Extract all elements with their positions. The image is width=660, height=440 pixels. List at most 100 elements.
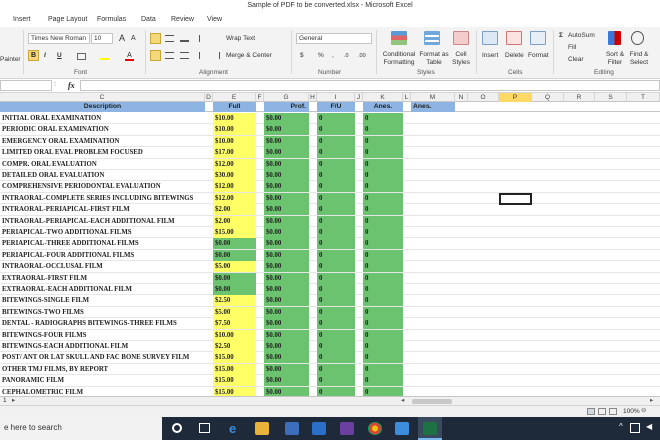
worksheet-grid[interactable]: Description Full Prof. F/U Anes. Anes. I… — [0, 102, 660, 396]
column-header-p[interactable]: P — [499, 93, 532, 102]
prof-cell[interactable]: $0.00 — [264, 375, 309, 387]
description-cell[interactable]: COMPREHENSIVE PERIODONTAL EVALUATION — [0, 181, 205, 192]
prof-cell[interactable]: $0.00 — [264, 306, 309, 318]
full-cell[interactable]: $5.00 — [213, 306, 256, 318]
increase-decimal-button[interactable]: .0 — [344, 52, 349, 60]
volume-icon[interactable]: ◀ — [646, 423, 652, 431]
fu-cell[interactable]: 0 — [317, 135, 355, 147]
column-header-l[interactable]: L — [403, 93, 411, 102]
fill-button[interactable]: Fill — [568, 44, 576, 52]
fu-cell[interactable]: 0 — [317, 158, 355, 170]
edge-icon[interactable]: e — [229, 422, 243, 435]
description-cell[interactable]: EXTRAORAL-EACH ADDITIONAL FILM — [0, 284, 205, 295]
prof-cell[interactable]: $0.00 — [264, 261, 309, 273]
cancel-icon[interactable]: ⁝ — [54, 81, 56, 89]
app-icon-2[interactable] — [395, 422, 409, 435]
anes-cell[interactable]: 0 — [363, 306, 403, 318]
full-cell[interactable]: $15.00 — [213, 227, 256, 238]
anes-cell[interactable]: 0 — [363, 363, 403, 375]
align-top-icon[interactable] — [150, 33, 161, 44]
fu-cell[interactable]: 0 — [317, 352, 355, 364]
description-cell[interactable]: BITEWINGS-EACH ADDITIONAL FILM — [0, 341, 205, 352]
selected-cell[interactable] — [499, 193, 532, 205]
page-layout-view-icon[interactable] — [598, 408, 606, 415]
prof-cell[interactable]: $0.00 — [264, 124, 309, 136]
sheet-tab-number[interactable]: 1 — [3, 397, 7, 405]
column-header-q[interactable]: Q — [532, 93, 564, 102]
prof-cell[interactable]: $0.00 — [264, 238, 309, 250]
description-cell[interactable]: PERIODIC ORAL EXAMINATION — [0, 124, 205, 135]
full-cell[interactable]: $10.00 — [213, 329, 256, 341]
sort-filter-button[interactable]: Sort & Filter — [603, 51, 627, 66]
description-cell[interactable]: INTRAORAL-OCCLUSAL FILM — [0, 261, 205, 272]
tab-data[interactable]: Data — [141, 16, 156, 23]
prof-cell[interactable]: $0.00 — [264, 215, 309, 227]
anes-cell[interactable]: 0 — [363, 375, 403, 387]
prof-cell[interactable]: $0.00 — [264, 158, 309, 170]
prof-cell[interactable]: $0.00 — [264, 341, 309, 352]
fu-cell[interactable]: 0 — [317, 238, 355, 250]
prof-cell[interactable]: $0.00 — [264, 113, 309, 124]
column-header-d[interactable]: D — [205, 93, 213, 102]
fu-cell[interactable]: 0 — [317, 192, 355, 204]
description-cell[interactable]: PERIAPICAL-TWO ADDITIONAL FILMS — [0, 227, 205, 238]
scroll-left-arrow-icon[interactable]: ▸ — [12, 397, 15, 405]
fill-color-icon[interactable] — [100, 53, 109, 60]
format-as-table-button[interactable]: Format as Table — [419, 51, 449, 66]
normal-view-icon[interactable] — [587, 408, 595, 415]
network-icon[interactable] — [630, 423, 640, 433]
column-header-r[interactable]: R — [564, 93, 595, 102]
insert-button[interactable]: Insert — [482, 52, 498, 60]
column-header-e[interactable]: E — [213, 93, 256, 102]
description-cell[interactable]: PERIAPICAL-FOUR ADDITIONAL FILMS — [0, 250, 205, 261]
full-cell[interactable]: $15.00 — [213, 386, 256, 396]
anes-cell[interactable]: 0 — [363, 329, 403, 341]
comma-button[interactable]: , — [332, 52, 334, 60]
tab-review[interactable]: Review — [171, 16, 194, 23]
prof-cell[interactable]: $0.00 — [264, 295, 309, 307]
font-name-select[interactable]: Times New Roman — [28, 33, 90, 44]
find-select-button[interactable]: Find & Select — [627, 51, 651, 66]
align-left-icon[interactable] — [150, 50, 161, 61]
merge-center-button[interactable]: Merge & Center — [226, 52, 272, 60]
fu-cell[interactable]: 0 — [317, 147, 355, 159]
fu-cell[interactable]: 0 — [317, 124, 355, 136]
fu-cell[interactable]: 0 — [317, 306, 355, 318]
description-cell[interactable]: DETAILED ORAL EVALUATION — [0, 170, 205, 181]
description-cell[interactable]: EMERGENCY ORAL EXAMINATION — [0, 136, 205, 147]
anes-cell[interactable]: 0 — [363, 227, 403, 238]
horizontal-scrollbar-thumb[interactable] — [412, 399, 452, 404]
description-cell[interactable]: INTRAORAL-PERIAPICAL-FIRST FILM — [0, 204, 205, 215]
anes-cell[interactable]: 0 — [363, 261, 403, 273]
anes-cell[interactable]: 0 — [363, 170, 403, 181]
description-cell[interactable]: BITEWINGS-TWO FILMS — [0, 307, 205, 318]
description-cell[interactable]: EXTRAORAL-FIRST FILM — [0, 273, 205, 284]
fu-cell[interactable]: 0 — [317, 204, 355, 216]
anes-cell[interactable]: 0 — [363, 352, 403, 364]
anes-cell[interactable]: 0 — [363, 181, 403, 193]
name-box[interactable] — [0, 80, 52, 91]
anes-cell[interactable]: 0 — [363, 192, 403, 204]
full-cell[interactable]: $0.00 — [213, 238, 256, 250]
column-header-i[interactable]: I — [317, 93, 355, 102]
column-header-m[interactable]: M — [411, 93, 455, 102]
anes-cell[interactable]: 0 — [363, 215, 403, 227]
task-view-icon[interactable] — [199, 423, 210, 433]
column-header-k[interactable]: K — [363, 93, 403, 102]
full-cell[interactable]: $2.00 — [213, 215, 256, 227]
description-cell[interactable]: COMPR. ORAL EVALUATION — [0, 159, 205, 170]
full-cell[interactable]: $0.00 — [213, 284, 256, 295]
fu-cell[interactable]: 0 — [317, 386, 355, 396]
description-cell[interactable]: CEPHALOMETRIC FILM — [0, 387, 205, 396]
app-icon[interactable] — [340, 422, 354, 435]
column-header-t[interactable]: T — [627, 93, 660, 102]
full-cell[interactable]: $7.50 — [213, 318, 256, 330]
prof-cell[interactable]: $0.00 — [264, 192, 309, 204]
fu-cell[interactable]: 0 — [317, 181, 355, 193]
column-header-g[interactable]: G — [264, 93, 309, 102]
column-header-j[interactable]: J — [355, 93, 363, 102]
insert-function-button[interactable]: fx — [68, 81, 75, 90]
anes-cell[interactable]: 0 — [363, 204, 403, 216]
zoom-out-icon[interactable]: ⊖ — [641, 407, 646, 415]
zoom-level[interactable]: 100% — [623, 408, 640, 416]
